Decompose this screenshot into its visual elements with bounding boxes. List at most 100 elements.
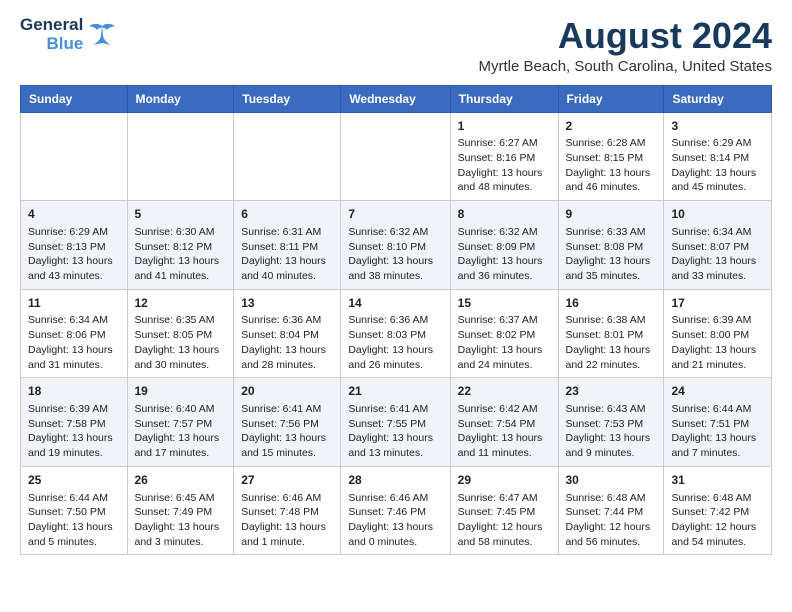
calendar-cell: 21Sunrise: 6:41 AMSunset: 7:55 PMDayligh… — [341, 378, 450, 467]
page-subtitle: Myrtle Beach, South Carolina, United Sta… — [479, 58, 772, 75]
calendar-cell: 2Sunrise: 6:28 AMSunset: 8:15 PMDaylight… — [558, 112, 664, 201]
day-info-line: Sunset: 8:16 PM — [458, 151, 551, 166]
day-info-line: Daylight: 13 hours — [566, 343, 657, 358]
day-info-line: Daylight: 13 hours — [671, 254, 764, 269]
day-info-line: and 46 minutes. — [566, 180, 657, 195]
header: General Blue August 2024 Myrtle Beach, S… — [20, 16, 772, 75]
day-info-line: and 5 minutes. — [28, 535, 120, 550]
day-number: 10 — [671, 206, 764, 223]
day-info-line: Sunrise: 6:42 AM — [458, 402, 551, 417]
day-number: 20 — [241, 383, 333, 400]
day-info-line: and 33 minutes. — [671, 269, 764, 284]
day-number: 26 — [135, 472, 227, 489]
day-number: 16 — [566, 295, 657, 312]
header-sunday: Sunday — [21, 85, 128, 112]
day-info-line: Daylight: 13 hours — [28, 343, 120, 358]
week-row-1: 1Sunrise: 6:27 AMSunset: 8:16 PMDaylight… — [21, 112, 772, 201]
calendar-cell: 3Sunrise: 6:29 AMSunset: 8:14 PMDaylight… — [664, 112, 772, 201]
day-info-line: Daylight: 13 hours — [28, 254, 120, 269]
day-info-line: Sunrise: 6:30 AM — [135, 225, 227, 240]
day-info-line: Sunset: 8:03 PM — [348, 328, 442, 343]
day-info-line: and 17 minutes. — [135, 446, 227, 461]
day-number: 18 — [28, 383, 120, 400]
day-info-line: Sunrise: 6:45 AM — [135, 491, 227, 506]
day-info-line: Daylight: 13 hours — [671, 431, 764, 446]
calendar-cell: 27Sunrise: 6:46 AMSunset: 7:48 PMDayligh… — [234, 466, 341, 555]
day-info-line: Sunrise: 6:27 AM — [458, 136, 551, 151]
day-info-line: and 58 minutes. — [458, 535, 551, 550]
day-info-line: Daylight: 13 hours — [458, 431, 551, 446]
day-number: 17 — [671, 295, 764, 312]
day-info-line: Sunrise: 6:34 AM — [28, 313, 120, 328]
header-thursday: Thursday — [450, 85, 558, 112]
day-info-line: Sunrise: 6:36 AM — [241, 313, 333, 328]
day-info-line: Sunset: 8:04 PM — [241, 328, 333, 343]
day-number: 11 — [28, 295, 120, 312]
day-info-line: Daylight: 13 hours — [671, 343, 764, 358]
day-info-line: Daylight: 13 hours — [566, 254, 657, 269]
day-info-line: and 15 minutes. — [241, 446, 333, 461]
day-info-line: Daylight: 13 hours — [241, 254, 333, 269]
day-number: 28 — [348, 472, 442, 489]
day-info-line: Sunrise: 6:39 AM — [671, 313, 764, 328]
day-info-line: Sunrise: 6:47 AM — [458, 491, 551, 506]
day-info-line: Daylight: 13 hours — [241, 343, 333, 358]
day-number: 15 — [458, 295, 551, 312]
day-info-line: Daylight: 12 hours — [458, 520, 551, 535]
calendar-cell: 11Sunrise: 6:34 AMSunset: 8:06 PMDayligh… — [21, 289, 128, 378]
day-number: 4 — [28, 206, 120, 223]
day-info-line: Daylight: 13 hours — [671, 166, 764, 181]
day-info-line: Daylight: 13 hours — [348, 431, 442, 446]
header-friday: Friday — [558, 85, 664, 112]
day-info-line: Daylight: 13 hours — [566, 166, 657, 181]
day-info-line: Daylight: 13 hours — [241, 431, 333, 446]
day-number: 22 — [458, 383, 551, 400]
day-info-line: Sunrise: 6:41 AM — [241, 402, 333, 417]
calendar-cell: 10Sunrise: 6:34 AMSunset: 8:07 PMDayligh… — [664, 201, 772, 290]
day-info-line: and 48 minutes. — [458, 180, 551, 195]
day-info-line: and 43 minutes. — [28, 269, 120, 284]
week-row-3: 11Sunrise: 6:34 AMSunset: 8:06 PMDayligh… — [21, 289, 772, 378]
day-number: 19 — [135, 383, 227, 400]
day-info-line: and 13 minutes. — [348, 446, 442, 461]
day-info-line: Sunrise: 6:33 AM — [566, 225, 657, 240]
day-number: 31 — [671, 472, 764, 489]
calendar-cell: 17Sunrise: 6:39 AMSunset: 8:00 PMDayligh… — [664, 289, 772, 378]
day-info-line: and 21 minutes. — [671, 358, 764, 373]
day-info-line: Sunrise: 6:46 AM — [241, 491, 333, 506]
day-number: 12 — [135, 295, 227, 312]
day-info-line: Daylight: 13 hours — [566, 431, 657, 446]
calendar-cell: 12Sunrise: 6:35 AMSunset: 8:05 PMDayligh… — [127, 289, 234, 378]
day-info-line: Daylight: 13 hours — [135, 431, 227, 446]
calendar-cell: 8Sunrise: 6:32 AMSunset: 8:09 PMDaylight… — [450, 201, 558, 290]
day-info-line: Sunset: 8:12 PM — [135, 240, 227, 255]
calendar-cell — [127, 112, 234, 201]
header-wednesday: Wednesday — [341, 85, 450, 112]
day-info-line: Sunset: 7:48 PM — [241, 505, 333, 520]
calendar-cell: 7Sunrise: 6:32 AMSunset: 8:10 PMDaylight… — [341, 201, 450, 290]
day-info-line: Sunset: 7:54 PM — [458, 417, 551, 432]
day-info-line: Sunrise: 6:48 AM — [566, 491, 657, 506]
calendar-table: SundayMondayTuesdayWednesdayThursdayFrid… — [20, 85, 772, 556]
day-info-line: Sunset: 8:14 PM — [671, 151, 764, 166]
day-info-line: and 56 minutes. — [566, 535, 657, 550]
day-info-line: Sunset: 7:58 PM — [28, 417, 120, 432]
day-info-line: Sunrise: 6:37 AM — [458, 313, 551, 328]
calendar-header-row: SundayMondayTuesdayWednesdayThursdayFrid… — [21, 85, 772, 112]
calendar-cell: 25Sunrise: 6:44 AMSunset: 7:50 PMDayligh… — [21, 466, 128, 555]
calendar-cell: 26Sunrise: 6:45 AMSunset: 7:49 PMDayligh… — [127, 466, 234, 555]
day-info-line: Sunset: 8:02 PM — [458, 328, 551, 343]
calendar-cell: 4Sunrise: 6:29 AMSunset: 8:13 PMDaylight… — [21, 201, 128, 290]
day-info-line: and 7 minutes. — [671, 446, 764, 461]
logo-general: General — [20, 16, 83, 35]
day-info-line: Sunset: 8:15 PM — [566, 151, 657, 166]
day-info-line: Daylight: 13 hours — [135, 343, 227, 358]
day-info-line: Sunrise: 6:46 AM — [348, 491, 442, 506]
day-info-line: Sunset: 8:08 PM — [566, 240, 657, 255]
day-info-line: Sunset: 7:55 PM — [348, 417, 442, 432]
day-number: 29 — [458, 472, 551, 489]
day-number: 3 — [671, 118, 764, 135]
day-info-line: Sunset: 7:45 PM — [458, 505, 551, 520]
day-info-line: Sunset: 8:00 PM — [671, 328, 764, 343]
day-number: 9 — [566, 206, 657, 223]
